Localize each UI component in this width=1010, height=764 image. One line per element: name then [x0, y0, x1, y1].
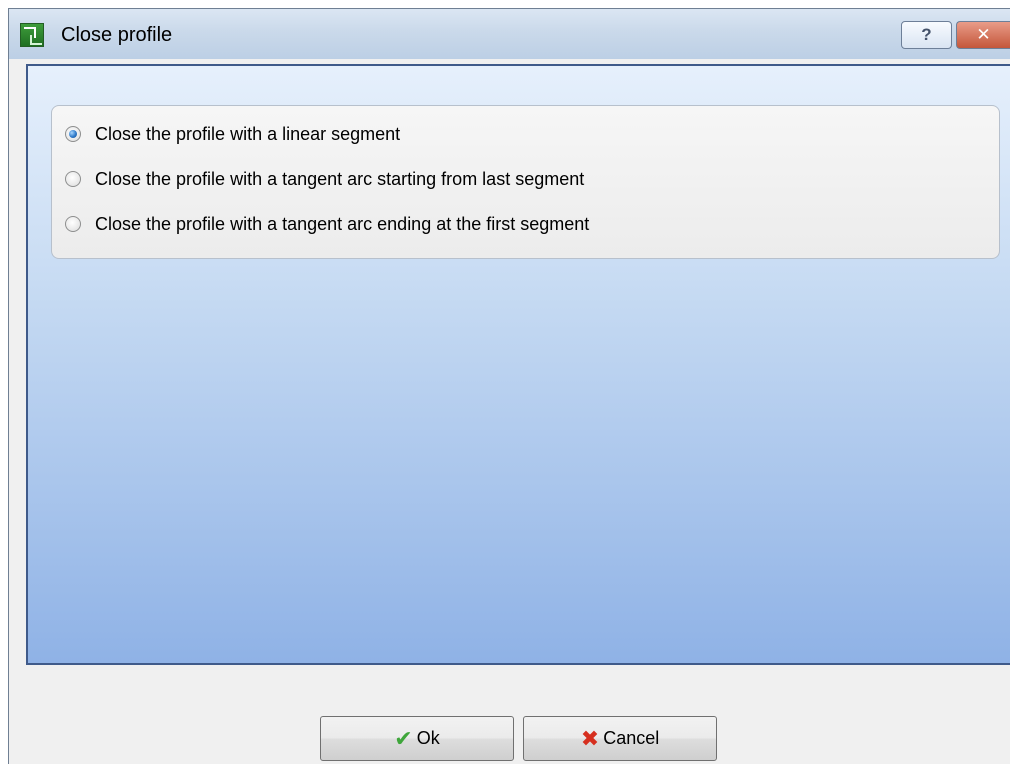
- tangent-arc-last-segment-label: Close the profile with a tangent arc sta…: [95, 168, 585, 189]
- tangent-arc-first-segment-label: Close the profile with a tangent arc end…: [95, 213, 590, 234]
- help-button[interactable]: ?: [901, 21, 952, 49]
- close-profile-dialog: Close profile ? ✕ Close the profile with…: [8, 8, 1010, 764]
- close-window-button[interactable]: ✕: [956, 21, 1010, 49]
- linear-segment-label: Close the profile with a linear segment: [95, 123, 401, 144]
- ok-button[interactable]: ✔ Ok: [320, 716, 514, 761]
- dialog-title: Close profile: [61, 24, 173, 46]
- tangent-arc-last-segment-option[interactable]: Close the profile with a tangent arc sta…: [65, 164, 584, 194]
- tangent-arc-first-segment-radio[interactable]: [65, 216, 81, 232]
- cancel-button[interactable]: ✖ Cancel: [523, 716, 717, 761]
- profile-app-icon: [20, 23, 44, 47]
- close-profile-options-group: Close the profile with a linear segment …: [51, 105, 1000, 259]
- x-icon: ✖: [580, 725, 600, 751]
- tangent-arc-first-segment-option[interactable]: Close the profile with a tangent arc end…: [65, 209, 589, 239]
- ok-button-label: Ok: [416, 728, 440, 748]
- options-panel: Close the profile with a linear segment …: [26, 64, 1010, 665]
- check-icon: ✔: [394, 725, 413, 751]
- close-icon: ✕: [976, 25, 991, 44]
- linear-segment-radio[interactable]: [65, 126, 81, 142]
- dialog-title-bar[interactable]: Close profile ? ✕: [9, 9, 1010, 59]
- cancel-button-label: Cancel: [603, 728, 660, 748]
- tangent-arc-last-segment-radio[interactable]: [65, 171, 81, 187]
- linear-segment-option[interactable]: Close the profile with a linear segment: [65, 119, 400, 149]
- help-icon: ?: [921, 25, 932, 44]
